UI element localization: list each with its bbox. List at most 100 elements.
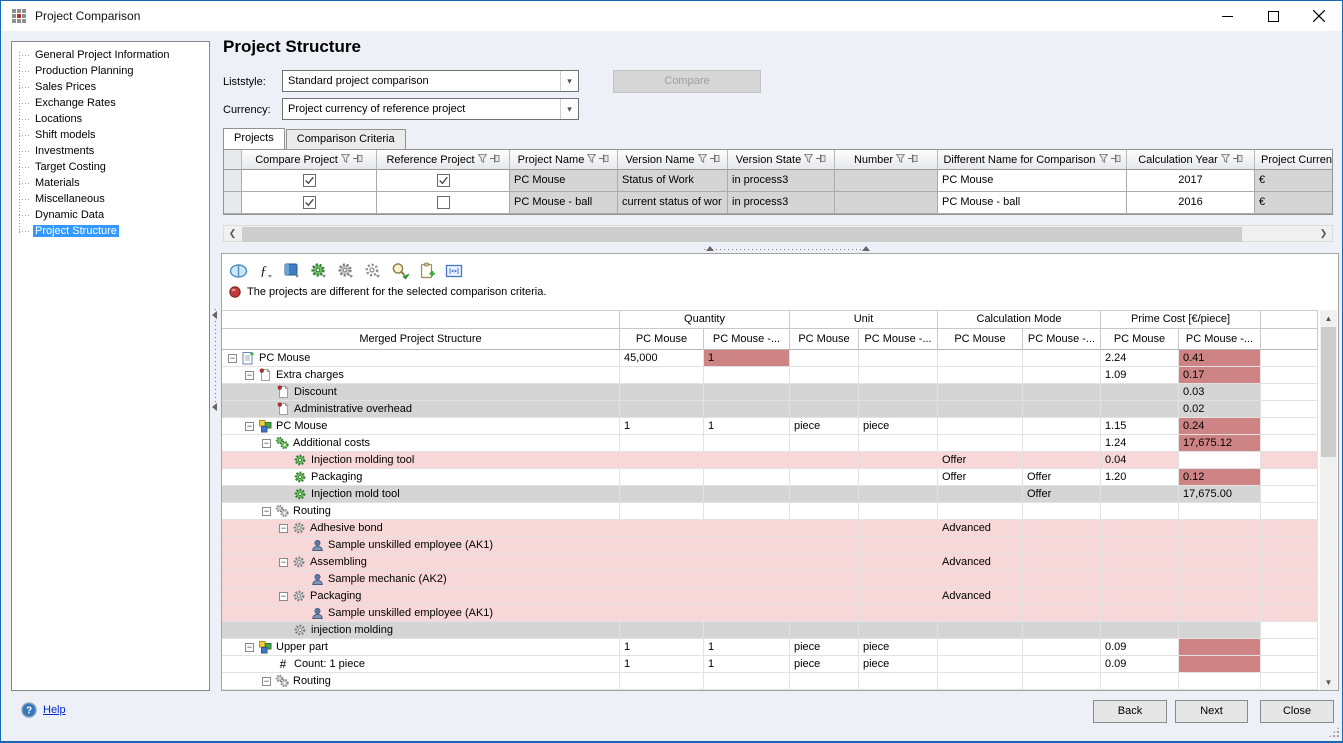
column-header-currency[interactable]: Project Currency [1255, 150, 1333, 170]
sidebar-item-sales-prices[interactable]: Sales Prices [12, 79, 209, 95]
collapse-expander[interactable]: − [245, 371, 254, 380]
diff_name-cell[interactable]: PC Mouse - ball [938, 192, 1127, 214]
collapse-expander[interactable]: − [245, 422, 254, 431]
reference-checkbox[interactable] [437, 196, 450, 209]
funnel-icon[interactable] [698, 154, 707, 166]
collapse-expander[interactable]: − [262, 439, 271, 448]
tree-row-adhesive-bond[interactable]: −Adhesive bondAdvanced [222, 520, 1318, 537]
close-button[interactable] [1296, 1, 1342, 31]
collapse-expander[interactable]: − [279, 558, 288, 567]
back-button[interactable]: Back [1093, 700, 1167, 723]
minimize-button[interactable] [1204, 1, 1250, 31]
column-header-compare[interactable]: Compare Project [242, 150, 377, 170]
column-header-reference[interactable]: Reference Project [377, 150, 510, 170]
scrollbar-thumb[interactable] [1321, 327, 1336, 457]
funnel-icon[interactable] [1099, 154, 1108, 166]
tree-row-administrative-overhead[interactable]: Administrative overhead0.02 [222, 401, 1318, 418]
column-header-calc-year[interactable]: Calculation Year [1127, 150, 1255, 170]
sidebar-item-shift-models[interactable]: Shift models [12, 127, 209, 143]
pin-icon[interactable] [1233, 154, 1243, 166]
sidebar-item-general-project-information[interactable]: General Project Information [12, 47, 209, 63]
project-row-1[interactable]: PC MouseStatus of Workin process3PC Mous… [224, 170, 1332, 192]
scroll-right-arrow[interactable]: ❯ [1315, 226, 1332, 241]
column-header-version-name[interactable]: Version Name [618, 150, 728, 170]
compare-checkbox[interactable] [303, 196, 316, 209]
collapse-expander[interactable]: − [228, 354, 237, 363]
pin-icon[interactable] [710, 154, 720, 166]
currency-select[interactable]: Project currency of reference project ▾ [282, 98, 579, 120]
project-row-2[interactable]: PC Mouse - ballcurrent status of worin p… [224, 192, 1332, 214]
clipboard-add-icon[interactable] [417, 261, 437, 281]
subcolumn-header-pc-mouse-ball[interactable]: PC Mouse -... [1023, 329, 1101, 350]
liststyle-select[interactable]: Standard project comparison ▾ [282, 70, 579, 92]
currency-cell[interactable]: € [1255, 192, 1333, 214]
subcolumn-header-pc-mouse-ball[interactable]: PC Mouse -... [704, 329, 790, 350]
subcolumn-header-pc-mouse-ball[interactable]: PC Mouse -... [859, 329, 938, 350]
tree-row-injection-mold-tool[interactable]: Injection mold toolOffer17,675.00 [222, 486, 1318, 503]
function-icon[interactable]: ƒ [255, 261, 275, 281]
reference-checkbox[interactable] [437, 174, 450, 187]
search-next-icon[interactable] [390, 261, 410, 281]
scrollbar-thumb[interactable] [242, 227, 1242, 242]
pin-icon[interactable] [1111, 154, 1121, 166]
tree-row-sample-unskilled-employee-ak1[interactable]: Sample unskilled employee (AK1) [222, 537, 1318, 554]
funnel-icon[interactable] [896, 154, 905, 166]
tree-row-extra-charges[interactable]: −Extra charges1.090.17 [222, 367, 1318, 384]
panel-icon[interactable] [282, 261, 302, 281]
gear-outline-icon[interactable] [363, 261, 383, 281]
fit-frame-icon[interactable] [444, 261, 464, 281]
pin-icon[interactable] [490, 154, 500, 166]
subcolumn-header-pc-mouse-ball[interactable]: PC Mouse -... [1179, 329, 1261, 350]
scroll-up-arrow[interactable]: ▲ [1320, 310, 1337, 326]
help-link[interactable]: Help [43, 704, 66, 716]
collapse-expander[interactable]: − [262, 507, 271, 516]
pin-icon[interactable] [353, 154, 363, 166]
calc_year-cell[interactable]: 2017 [1127, 170, 1255, 192]
sidebar-item-production-planning[interactable]: Production Planning [12, 63, 209, 79]
sidebar-item-target-costing[interactable]: Target Costing [12, 159, 209, 175]
sidebar-item-miscellaneous[interactable]: Miscellaneous [12, 191, 209, 207]
calc_year-cell[interactable]: 2016 [1127, 192, 1255, 214]
gear-gray-icon[interactable] [336, 261, 356, 281]
tree-row-injection-molding-tool[interactable]: Injection molding toolOffer0.04 [222, 452, 1318, 469]
tree-row-sample-unskilled-employee-ak1[interactable]: Sample unskilled employee (AK1) [222, 605, 1318, 622]
collapse-expander[interactable]: − [279, 592, 288, 601]
tab-projects[interactable]: Projects [223, 128, 285, 149]
tree-row-sample-mechanic-ak2[interactable]: Sample mechanic (AK2) [222, 571, 1318, 588]
tree-row-packaging[interactable]: −PackagingAdvanced [222, 588, 1318, 605]
tree-row-pc-mouse[interactable]: −PC Mouse45,00012.240.41 [222, 350, 1318, 367]
funnel-icon[interactable] [1221, 154, 1230, 166]
funnel-icon[interactable] [804, 154, 813, 166]
sidebar-item-investments[interactable]: Investments [12, 143, 209, 159]
sidebar-item-locations[interactable]: Locations [12, 111, 209, 127]
vertical-scrollbar[interactable]: ▲ ▼ [1320, 310, 1337, 690]
pin-icon[interactable] [599, 154, 609, 166]
diff_name-cell[interactable]: PC Mouse [938, 170, 1127, 192]
horizontal-splitter[interactable] [704, 246, 872, 252]
compare-button[interactable]: Compare [613, 70, 761, 93]
sidebar-item-exchange-rates[interactable]: Exchange Rates [12, 95, 209, 111]
pin-icon[interactable] [908, 154, 918, 166]
subcolumn-header-pc-mouse[interactable]: PC Mouse [620, 329, 704, 350]
compare-checkbox[interactable] [303, 174, 316, 187]
sidebar-item-dynamic-data[interactable]: Dynamic Data [12, 207, 209, 223]
tree-row-additional-costs[interactable]: −Additional costs1.2417,675.12 [222, 435, 1318, 452]
number-cell[interactable] [835, 170, 938, 192]
vertical-splitter[interactable] [212, 309, 218, 413]
horizontal-scrollbar[interactable]: ❮ ❯ [223, 225, 1333, 242]
version_name-cell[interactable]: current status of wor [618, 192, 728, 214]
subcolumn-header-pc-mouse[interactable]: PC Mouse [938, 329, 1023, 350]
tree-row-packaging[interactable]: PackagingOfferOffer1.200.12 [222, 469, 1318, 486]
collapse-expander[interactable]: − [262, 677, 271, 686]
tab-comparison-criteria[interactable]: Comparison Criteria [286, 129, 406, 149]
tree-row-routing[interactable]: −Routing [222, 503, 1318, 520]
column-header-version-state[interactable]: Version State [728, 150, 835, 170]
subcolumn-header-pc-mouse[interactable]: PC Mouse [1101, 329, 1179, 350]
close-button[interactable]: Close [1260, 700, 1334, 723]
next-button[interactable]: Next [1175, 700, 1248, 723]
maximize-button[interactable] [1250, 1, 1296, 31]
scroll-left-arrow[interactable]: ❮ [224, 226, 241, 241]
tree-row-routing[interactable]: −Routing [222, 673, 1318, 690]
chevron-down-icon[interactable]: ▾ [560, 71, 578, 91]
compare-toggle-icon[interactable] [228, 261, 248, 281]
